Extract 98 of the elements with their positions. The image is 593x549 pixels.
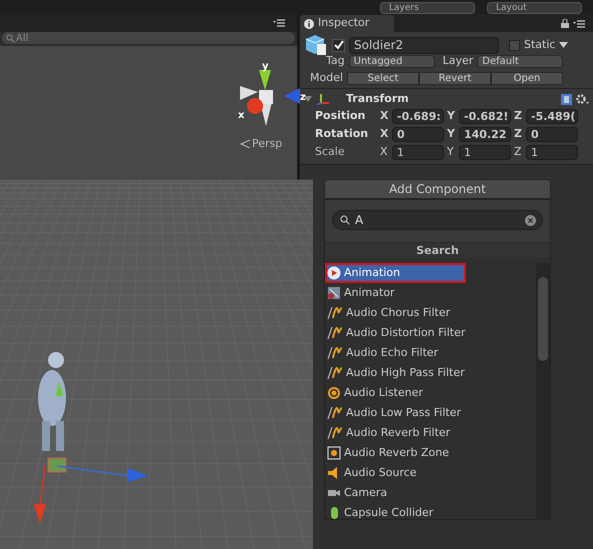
item-label: Camera	[344, 484, 388, 501]
axis-label: z	[300, 91, 306, 105]
item-label: Audio Distortion Filter	[346, 324, 466, 341]
component-list-item[interactable]: Audio Reverb Filter	[325, 423, 536, 443]
expand-triangle-icon[interactable]	[304, 96, 312, 102]
axis-label: Y	[447, 126, 456, 142]
item-label: Audio High Pass Filter	[346, 364, 465, 381]
component-list-item[interactable]: Capsule Collider	[325, 503, 536, 519]
number-field[interactable]: 1	[459, 144, 511, 160]
static-checkbox[interactable]	[509, 40, 520, 50]
tag-dropdown[interactable]: Untagged	[348, 55, 435, 68]
clear-icon[interactable]	[525, 214, 536, 226]
item-label: Capsule Collider	[344, 504, 434, 519]
tag-label: Tag	[326, 53, 345, 70]
component-title: Transform	[346, 90, 409, 107]
number-field[interactable]: -0.689:	[392, 108, 444, 124]
info-icon	[304, 18, 314, 28]
component-list-item[interactable]: Audio Low Pass Filter	[325, 403, 536, 423]
projection-toggle[interactable]: Persp	[240, 136, 282, 152]
axis-label: Z	[514, 126, 523, 142]
lock-icon[interactable]	[561, 19, 569, 28]
wave-filter-icon	[327, 326, 343, 340]
animator-icon	[327, 286, 341, 300]
search-field[interactable]: All	[2, 32, 296, 44]
component-list-item[interactable]: Audio Reverb Zone	[325, 443, 536, 463]
number-field[interactable]: -5.489(	[526, 108, 578, 124]
cube-icon	[304, 34, 328, 56]
inspector-tab[interactable]: Inspector	[300, 15, 394, 32]
layer-dropdown[interactable]: Default	[477, 55, 564, 68]
scrollbar-thumb[interactable]	[538, 277, 548, 361]
wave-filter-icon	[327, 366, 343, 380]
transform-row-label: Rotation	[315, 126, 370, 142]
name-field[interactable]: Soldier2	[349, 36, 499, 54]
scrollbar[interactable]	[536, 263, 550, 519]
component-list-item[interactable]: Audio Chorus Filter	[325, 303, 536, 323]
axis-label: X	[380, 144, 389, 160]
axis-label: Y	[447, 144, 455, 160]
menu-icon[interactable]	[573, 20, 585, 28]
tab-label: Inspector	[318, 15, 370, 32]
item-label: Audio Listener	[344, 384, 424, 401]
item-label: Animation	[344, 264, 400, 281]
component-list-item[interactable]: Audio Echo Filter	[325, 343, 536, 363]
search-icon	[340, 215, 350, 225]
component-list-item[interactable]: Animator	[325, 283, 536, 303]
model-button[interactable]: Open	[491, 72, 564, 85]
toolbar-dropdown[interactable]: Layers	[380, 2, 475, 14]
component-list-item[interactable]: Audio High Pass Filter	[325, 363, 536, 383]
axis-label: X	[380, 108, 389, 124]
number-field[interactable]: 0	[392, 126, 444, 142]
transform-row-label: Position	[315, 108, 366, 124]
list-header: Search	[325, 242, 550, 258]
item-label: Audio Echo Filter	[346, 344, 438, 361]
check-icon	[334, 40, 344, 50]
axis-label: Y	[447, 108, 456, 124]
model-label: Model	[310, 70, 344, 86]
model-button[interactable]: Select	[347, 72, 420, 85]
component-list-item[interactable]: Animation	[325, 263, 466, 283]
menu-icon[interactable]	[273, 19, 286, 27]
number-field[interactable]: 1	[392, 144, 444, 160]
wave-filter-icon	[327, 346, 343, 360]
dropdown-arrow-icon[interactable]	[559, 42, 568, 48]
static-label: Static	[524, 36, 556, 53]
wave-filter-icon	[327, 426, 343, 440]
component-list-item[interactable]: Audio Distortion Filter	[325, 323, 536, 343]
number-field[interactable]: 140.22	[459, 126, 511, 142]
component-list-item[interactable]: Audio Listener	[325, 383, 536, 403]
projection-label: Persp	[252, 136, 282, 152]
number-field[interactable]: -0.682!	[459, 108, 511, 124]
play-circle-icon	[327, 266, 341, 280]
toolbar-dropdown[interactable]: Layout	[487, 2, 582, 14]
transform-axes-icon	[316, 93, 330, 105]
layer-label: Layer	[442, 53, 474, 70]
axis-label: y	[262, 60, 269, 74]
transform-row-label: Scale	[315, 144, 346, 160]
item-label: Audio Chorus Filter	[346, 304, 450, 321]
add-component-button[interactable]: Add Component	[324, 179, 551, 199]
axis-label: Z	[514, 108, 523, 124]
item-label: Animator	[344, 284, 395, 301]
axis-label: Z	[514, 144, 523, 160]
component-list-item[interactable]: Camera	[325, 483, 536, 503]
item-label: Audio Reverb Filter	[346, 424, 450, 441]
number-field[interactable]: 1	[526, 144, 578, 160]
number-field[interactable]: 0	[526, 126, 578, 142]
help-icon[interactable]	[561, 94, 572, 104]
wave-filter-icon	[327, 406, 343, 420]
wave-filter-icon	[327, 306, 343, 320]
settings-icon[interactable]	[576, 94, 589, 104]
axis-label: x	[238, 109, 244, 123]
search-icon	[6, 34, 15, 42]
item-label: Audio Source	[344, 464, 417, 481]
item-label: Audio Reverb Zone	[344, 444, 449, 461]
axis-label: X	[380, 126, 389, 142]
component-search-field[interactable]: A	[332, 210, 543, 230]
active-checkbox[interactable]	[332, 38, 345, 52]
perspective-icon	[240, 140, 250, 148]
model-button[interactable]: Revert	[419, 72, 492, 85]
component-list-item[interactable]: Audio Source	[325, 463, 536, 483]
item-label: Audio Low Pass Filter	[346, 404, 462, 421]
